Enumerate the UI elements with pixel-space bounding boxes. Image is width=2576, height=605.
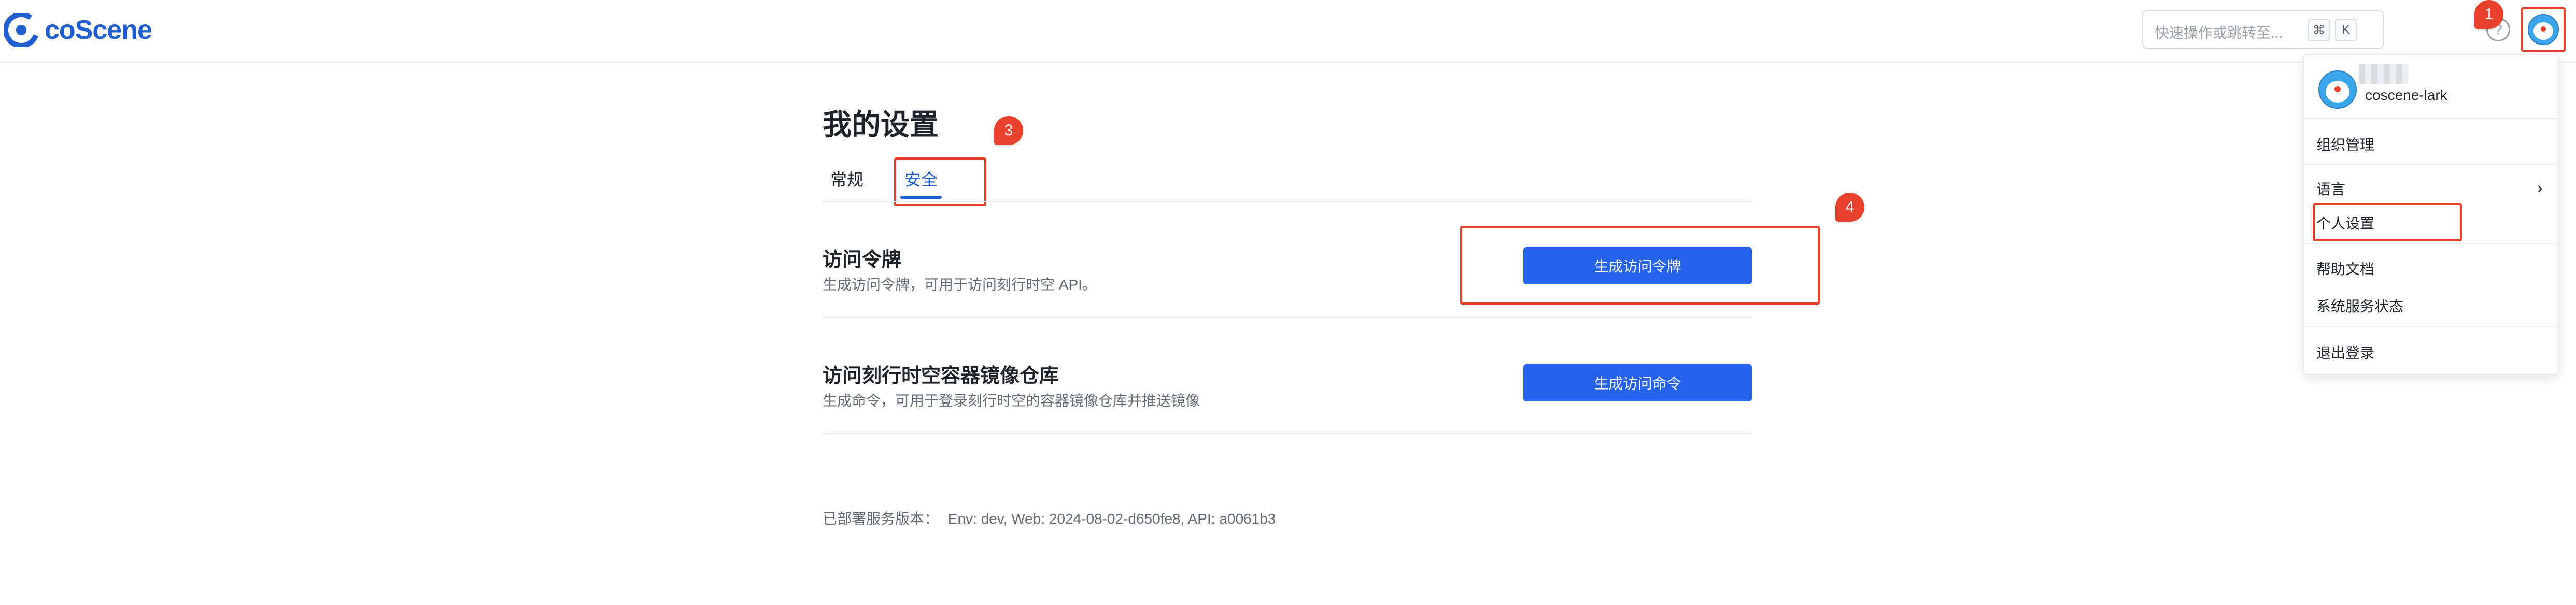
menu-item-logout[interactable]: 退出登录 [2316,342,2374,363]
menu-avatar [2318,70,2357,109]
menu-item-help-docs[interactable]: 帮助文档 [2316,258,2374,279]
version-value: Env: dev, Web: 2024-08-02-d650fe8, API: … [947,511,1276,527]
generate-access-command-button[interactable]: 生成访问命令 [1523,364,1752,401]
menu-divider [2304,243,2560,244]
annotation-box-personal-settings [2313,203,2462,241]
annotation-marker-3: 3 [994,116,1023,145]
section-divider [823,433,1752,434]
menu-item-org-management[interactable]: 组织管理 [2316,134,2374,154]
search-input[interactable]: 快速操作或跳转至... ⌘ K [2142,10,2384,49]
annotation-marker-1: 1 [2474,0,2503,29]
menu-divider [2304,118,2560,119]
annotation-box-security-tab [894,157,986,206]
menu-username: coscene-lark [2365,87,2447,103]
avatar [2528,14,2559,45]
menu-item-system-status[interactable]: 系统服务状态 [2316,295,2403,316]
section-divider [823,317,1752,318]
menu-item-language[interactable]: 语言 [2316,178,2345,199]
page-title: 我的设置 [823,108,939,141]
menu-divider [2304,326,2560,327]
brand-logo[interactable]: coScene [4,10,152,50]
brand-name: coScene [45,15,152,45]
user-avatar-button[interactable] [2521,7,2566,52]
access-token-description: 生成访问令牌，可用于访问刻行时空 API。 [823,277,1097,293]
k-key-hint: K [2335,19,2357,41]
tab-general[interactable]: 常规 [830,167,864,191]
chevron-right-icon: › [2537,178,2543,197]
annotation-box-generate-token [1460,226,1820,305]
blurred-display-name [2359,64,2409,84]
access-token-title: 访问令牌 [823,249,902,271]
search-placeholder: 快速操作或跳转至... [2155,25,2283,41]
registry-description: 生成命令，可用于登录刻行时空的容器镜像仓库并推送镜像 [823,393,1200,409]
registry-title: 访问刻行时空容器镜像仓库 [823,365,1059,387]
command-key-hint: ⌘ [2308,19,2330,41]
top-bar: coScene 快速操作或跳转至... ⌘ K [0,0,2576,63]
menu-divider [2304,164,2560,165]
version-label: 已部署服务版本： [823,511,939,527]
tabs-divider [823,201,1752,202]
deployed-version: 已部署服务版本： Env: dev, Web: 2024-08-02-d650f… [823,508,1276,528]
coscene-logo-icon [4,13,38,47]
annotation-marker-4: 4 [1835,193,1864,222]
